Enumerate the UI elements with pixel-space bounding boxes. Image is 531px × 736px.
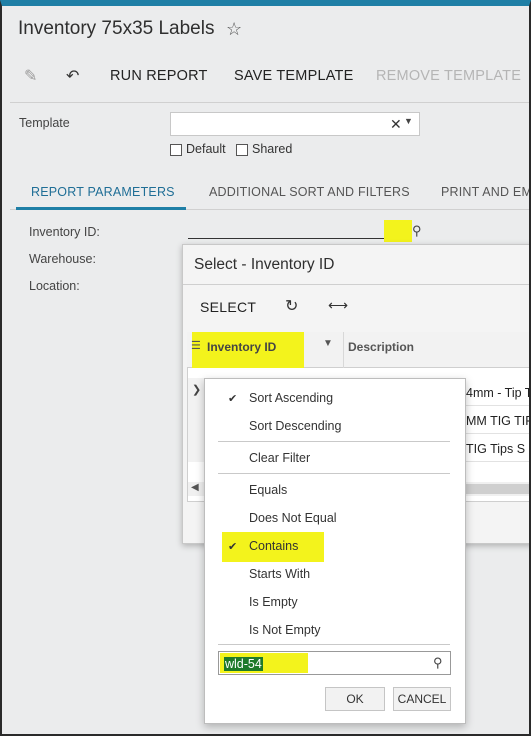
- search-highlight: [384, 220, 412, 242]
- shared-checkbox-label: Shared: [252, 142, 293, 156]
- column-header-description[interactable]: Description: [348, 340, 414, 354]
- run-report-button[interactable]: RUN REPORT: [110, 68, 208, 84]
- select-button[interactable]: SELECT: [200, 299, 256, 315]
- column-chooser-icon[interactable]: ☰: [191, 339, 201, 352]
- tab-report-parameters[interactable]: REPORT PARAMETERS: [31, 185, 175, 199]
- edit-pencil-icon[interactable]: ✎: [24, 66, 37, 86]
- location-label: Location:: [29, 279, 80, 293]
- menu-divider: [218, 473, 450, 474]
- filter-value-text: wld-54: [224, 657, 263, 671]
- clear-icon[interactable]: ✕: [390, 116, 402, 133]
- template-select[interactable]: [170, 112, 420, 136]
- toolbar-divider: [10, 102, 529, 103]
- cancel-button[interactable]: CANCEL: [393, 687, 451, 711]
- refresh-icon[interactable]: ↻: [285, 296, 298, 316]
- search-icon[interactable]: ⚲: [433, 655, 443, 671]
- filter-icon[interactable]: ▼: [323, 338, 333, 349]
- tab-print-and-email[interactable]: PRINT AND EM: [441, 185, 529, 199]
- search-icon[interactable]: ⚲: [412, 223, 422, 239]
- menu-item-clear-filter[interactable]: Clear Filter: [249, 451, 310, 465]
- menu-item-is-empty[interactable]: Is Empty: [249, 595, 298, 609]
- page-title: Inventory 75x35 Labels: [18, 18, 215, 39]
- fit-columns-icon[interactable]: ⟷: [328, 297, 348, 314]
- column-divider: [343, 332, 344, 368]
- chevron-down-icon[interactable]: ▼: [404, 116, 413, 126]
- lookup-divider: [183, 284, 529, 285]
- row-description: 4mm - Tip T: [466, 386, 531, 400]
- template-label: Template: [19, 116, 70, 130]
- default-checkbox-label: Default: [186, 142, 226, 156]
- scroll-left-icon[interactable]: ◀: [191, 482, 199, 493]
- menu-item-starts-with[interactable]: Starts With: [249, 567, 310, 581]
- favorite-star-icon[interactable]: ☆: [226, 19, 242, 40]
- inventory-id-label: Inventory ID:: [29, 225, 100, 239]
- menu-item-sort-ascending[interactable]: Sort Ascending: [249, 391, 333, 405]
- menu-divider: [218, 441, 450, 442]
- tab-additional-sort-filters[interactable]: ADDITIONAL SORT AND FILTERS: [209, 185, 410, 199]
- warehouse-label: Warehouse:: [29, 252, 96, 266]
- menu-item-sort-descending[interactable]: Sort Descending: [249, 419, 341, 433]
- menu-item-does-not-equal[interactable]: Does Not Equal: [249, 511, 337, 525]
- check-icon: ✔: [228, 541, 238, 553]
- check-icon: ✔: [228, 393, 238, 405]
- remove-template-button[interactable]: REMOVE TEMPLATE: [376, 68, 521, 84]
- lookup-title: Select - Inventory ID: [194, 256, 335, 273]
- menu-divider: [218, 644, 450, 645]
- default-checkbox[interactable]: [170, 144, 182, 156]
- menu-item-contains[interactable]: Contains: [249, 539, 298, 553]
- column-header-inventory-id[interactable]: Inventory ID: [207, 340, 276, 354]
- inventory-id-underline: [188, 238, 398, 239]
- row-description: MM TIG TIP: [466, 414, 531, 428]
- undo-icon[interactable]: ↶: [66, 66, 79, 86]
- menu-item-is-not-empty[interactable]: Is Not Empty: [249, 623, 321, 637]
- row-pointer-icon: ❯: [192, 384, 202, 396]
- window-frame: Inventory 75x35 Labels ☆ ✎ ↶ RUN REPORT …: [0, 0, 531, 736]
- menu-item-equals[interactable]: Equals: [249, 483, 287, 497]
- shared-checkbox[interactable]: [236, 144, 248, 156]
- save-template-button[interactable]: SAVE TEMPLATE: [234, 68, 353, 84]
- active-tab-indicator: [16, 207, 186, 210]
- ok-button[interactable]: OK: [325, 687, 385, 711]
- toolbar: ✎ ↶ RUN REPORT SAVE TEMPLATE REMOVE TEMP…: [2, 58, 529, 94]
- row-description: TIG Tips S: [466, 442, 526, 456]
- report-page: Inventory 75x35 Labels ☆ ✎ ↶ RUN REPORT …: [2, 6, 529, 734]
